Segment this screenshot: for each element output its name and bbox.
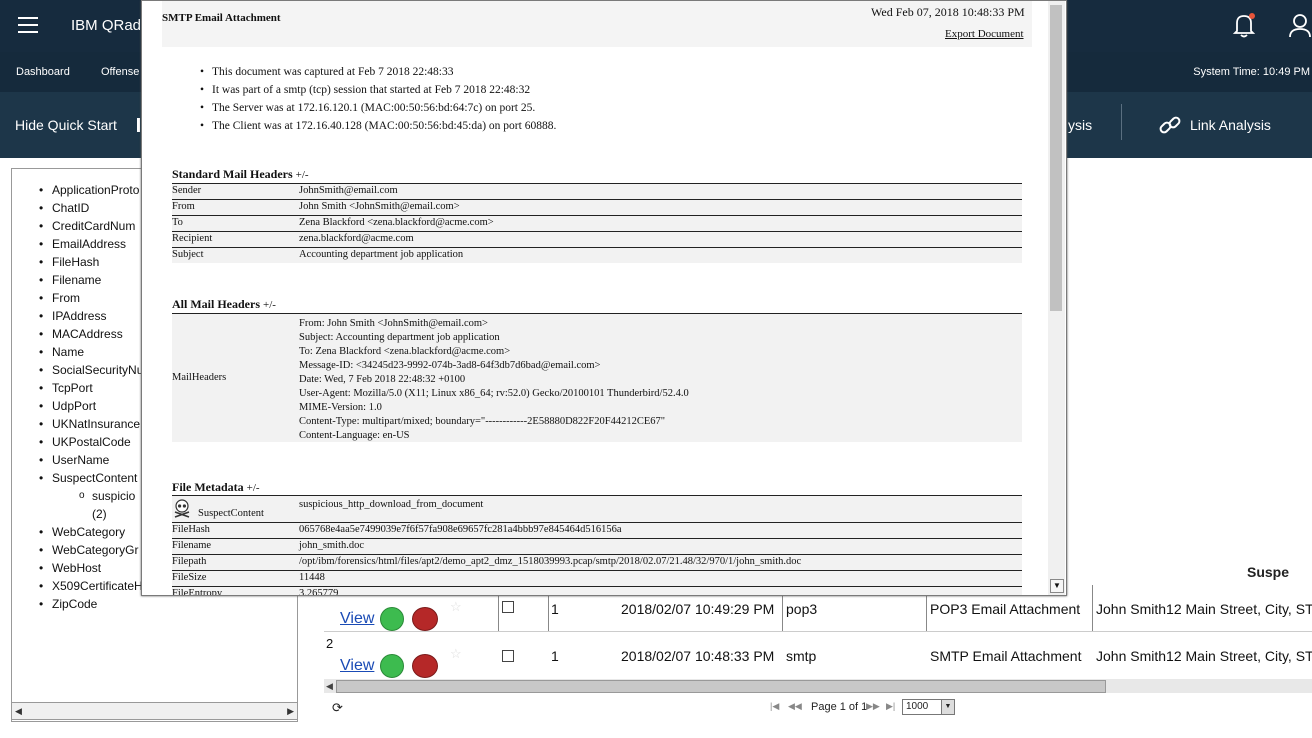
metadata-row: FileEntropy 3.265779: [172, 586, 1022, 595]
row-protocol: pop3: [786, 601, 818, 617]
scroll-left-icon[interactable]: ◀: [326, 681, 333, 692]
next-page-icon[interactable]: ▶▶: [866, 701, 880, 712]
grid-pager: ⟳ |◀ ◀◀ Page 1 of 1 ▶▶ ▶| 1000 ▼: [324, 697, 1312, 717]
toolbar-divider: [1121, 104, 1122, 140]
header-row: Subject Accounting department job applica…: [172, 247, 1022, 263]
metadata-row: FileHash 065768e4aa5e7499039e7f6f57fa908e…: [172, 522, 1022, 538]
row-type: SMTP Email Attachment: [930, 648, 1082, 664]
scroll-left-icon[interactable]: ◀: [15, 706, 22, 717]
document-title: SMTP Email Attachment: [162, 12, 281, 24]
summary-item: This document was captured at Feb 7 2018…: [200, 63, 556, 81]
row-suspect: John Smith12 Main Street, City, ST ...: [1096, 648, 1312, 664]
row-suspect: John Smith12 Main Street, City, ST ...: [1096, 601, 1312, 617]
approve-icon[interactable]: [380, 654, 404, 678]
user-profile-icon[interactable]: [1288, 12, 1312, 38]
row-index: 1: [551, 601, 559, 617]
link-analysis-label: Link Analysis: [1190, 117, 1271, 133]
link-chain-icon: [1159, 116, 1181, 134]
view-link[interactable]: View: [340, 610, 374, 628]
all-headers-table: MailHeaders From: John Smith <JohnSmith@…: [172, 313, 1022, 442]
page-indicator: Page 1 of 1: [811, 701, 868, 713]
header-row: Sender JohnSmith@email.com: [172, 183, 1022, 199]
reject-icon[interactable]: [412, 654, 438, 678]
table-row[interactable]: 2 View ☆ 1 2018/02/07 10:48:33 PM smtp S…: [324, 632, 1312, 678]
standard-headers-table: Sender JohnSmith@email.com From John Smith…: [172, 183, 1022, 263]
row-type: POP3 Email Attachment: [930, 601, 1081, 617]
metadata-row: FileSize 11448: [172, 570, 1022, 586]
row-index: 1: [551, 648, 559, 664]
export-document-link[interactable]: Export Document: [945, 28, 1024, 40]
summary-item: The Client was at 172.16.40.128 (MAC:00:…: [200, 117, 556, 135]
star-icon[interactable]: ☆: [450, 646, 462, 662]
scrollbar-thumb[interactable]: [1050, 5, 1062, 311]
hide-quick-start-button[interactable]: Hide Quick Start: [15, 117, 117, 133]
document-viewer-modal: SMTP Email Attachment Wed Feb 07, 2018 1…: [141, 0, 1067, 596]
document-scrollbar[interactable]: ▼: [1048, 1, 1065, 595]
skull-icon: [174, 499, 190, 518]
star-icon[interactable]: ☆: [450, 599, 462, 615]
refresh-icon[interactable]: ⟳: [332, 700, 343, 716]
row-time: 2018/02/07 10:48:33 PM: [621, 648, 775, 664]
row-checkbox[interactable]: [502, 650, 514, 662]
approve-icon[interactable]: [380, 607, 404, 631]
page-size-select[interactable]: 1000 ▼: [902, 699, 955, 715]
system-time: System Time: 10:49 PM: [1193, 66, 1310, 78]
chevron-down-icon[interactable]: ▼: [941, 700, 954, 714]
header-row: To Zena Blackford <zena.blackford@acme.co…: [172, 215, 1022, 231]
header-row: From John Smith <JohnSmith@email.com>: [172, 199, 1022, 215]
all-headers-title: All Mail Headers +/-: [172, 297, 276, 311]
metadata-row: Filepath/opt/ibm/forensics/html/files/ap…: [172, 554, 1022, 570]
mailheaders-key: MailHeaders: [172, 372, 227, 383]
nav-dashboard[interactable]: Dashboard: [16, 66, 70, 78]
left-panel-scrollbar[interactable]: ◀ ▶: [11, 702, 298, 720]
first-page-icon[interactable]: |◀: [770, 701, 779, 712]
scroll-down-icon[interactable]: ▼: [1050, 579, 1064, 593]
toggle-file-metadata[interactable]: +/-: [247, 482, 260, 494]
page-size-value: 1000: [906, 701, 929, 712]
nav-offenses[interactable]: Offense: [101, 66, 139, 78]
metadata-row: SuspectContent suspicious_http_download_…: [172, 495, 1022, 522]
row-protocol: smtp: [786, 648, 817, 664]
toggle-standard-headers[interactable]: +/-: [296, 169, 309, 181]
last-page-icon[interactable]: ▶|: [886, 701, 895, 712]
summary-item: The Server was at 172.16.120.1 (MAC:00:5…: [200, 99, 556, 117]
metadata-row: Filename john_smith.doc: [172, 538, 1022, 554]
toggle-all-headers[interactable]: +/-: [263, 299, 276, 311]
toolbar-separator: [137, 118, 140, 132]
file-metadata-table: SuspectContent suspicious_http_download_…: [172, 495, 1022, 595]
mailheaders-value: From: John Smith <JohnSmith@email.com> S…: [299, 318, 689, 441]
standard-headers-title: Standard Mail Headers +/-: [172, 167, 309, 181]
row-number: 2: [326, 636, 334, 651]
header-row: Recipient zena.blackford@acme.com: [172, 231, 1022, 247]
scroll-right-icon[interactable]: ▶: [287, 706, 294, 717]
document-date: Wed Feb 07, 2018 10:48:33 PM: [871, 5, 1025, 19]
prev-page-icon[interactable]: ◀◀: [788, 701, 802, 712]
row-time: 2018/02/07 10:49:29 PM: [621, 601, 775, 617]
link-analysis-button[interactable]: Link Analysis: [1158, 113, 1271, 137]
row-checkbox[interactable]: [502, 601, 514, 613]
reject-icon[interactable]: [412, 607, 438, 631]
analysis-button[interactable]: ysis: [1068, 117, 1092, 133]
file-metadata-title: File Metadata +/-: [172, 480, 260, 494]
capture-summary: This document was captured at Feb 7 2018…: [200, 63, 556, 135]
tree-item[interactable]: ZipCode: [39, 595, 297, 613]
scrollbar-thumb[interactable]: [336, 680, 1106, 693]
summary-item: It was part of a smtp (tcp) session that…: [200, 81, 556, 99]
app-brand: IBM QRad: [71, 17, 142, 34]
suspect-column-header[interactable]: Suspe: [1247, 564, 1289, 580]
hamburger-menu-icon[interactable]: [18, 17, 38, 33]
notification-bell-icon[interactable]: [1232, 12, 1256, 38]
grid-horizontal-scrollbar[interactable]: ◀: [324, 679, 1312, 693]
view-link[interactable]: View: [340, 657, 374, 675]
